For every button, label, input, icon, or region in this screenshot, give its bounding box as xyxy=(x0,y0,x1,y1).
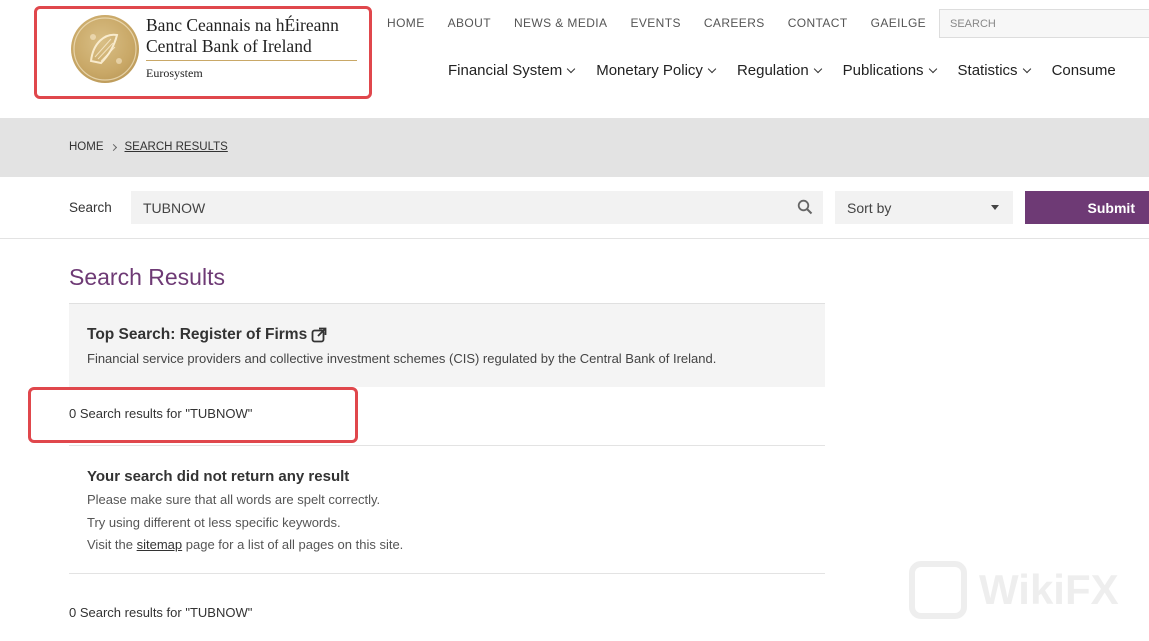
nav-careers[interactable]: CAREERS xyxy=(704,16,765,30)
header-search-input[interactable]: SEARCH xyxy=(939,9,1149,38)
mainnav-financial-system[interactable]: Financial System xyxy=(448,62,576,79)
no-result-title: Your search did not return any result xyxy=(87,468,350,485)
nav-events[interactable]: EVENTS xyxy=(630,16,680,30)
nav-home[interactable]: HOME xyxy=(387,16,425,30)
tip-sitemap: Visit the sitemap page for a list of all… xyxy=(87,537,403,552)
nav-contact[interactable]: CONTACT xyxy=(788,16,848,30)
top-search-link[interactable]: Top Search: Register of Firms xyxy=(87,326,327,344)
result-count: 0 Search results for "TUBNOW" xyxy=(69,406,253,421)
breadcrumb-home[interactable]: HOME xyxy=(69,141,104,153)
chevron-down-icon xyxy=(928,64,937,74)
mainnav-publications[interactable]: Publications xyxy=(842,62,937,79)
logo-divider xyxy=(146,60,357,61)
mainnav-statistics[interactable]: Statistics xyxy=(957,62,1031,79)
caret-down-icon xyxy=(991,205,999,210)
top-search-card: Top Search: Register of Firms Financial … xyxy=(69,303,825,387)
tip-spelling: Please make sure that all words are spel… xyxy=(87,492,381,507)
nav-gaeilge[interactable]: GAEILGE xyxy=(871,16,927,30)
no-result-panel: Your search did not return any result Pl… xyxy=(69,445,825,574)
search-input[interactable]: TUBNOW xyxy=(131,191,823,224)
watermark: WikiFX xyxy=(909,561,1119,619)
harp-seal-icon xyxy=(71,15,139,83)
chevron-right-icon xyxy=(109,143,117,151)
logo-english-name: Central Bank of Ireland xyxy=(146,36,312,56)
breadcrumb: HOME SEARCH RESULTS xyxy=(69,141,228,153)
tip-sitemap-before: Visit the xyxy=(87,537,137,552)
logo-highlight-box[interactable]: Banc Ceannais na hÉireann Central Bank o… xyxy=(34,6,372,99)
mainnav-label: Financial System xyxy=(448,62,563,79)
chevron-down-icon xyxy=(566,64,576,74)
mainnav-regulation[interactable]: Regulation xyxy=(736,62,822,79)
search-label: Search xyxy=(69,200,112,215)
external-link-icon xyxy=(311,327,327,343)
mainnav-label: Regulation xyxy=(736,62,809,79)
sort-select[interactable]: Sort by xyxy=(835,191,1013,224)
breadcrumb-band: HOME SEARCH RESULTS xyxy=(0,118,1149,177)
tip-keywords: Try using different ot less specific key… xyxy=(87,515,341,530)
logo-irish-name: Banc Ceannais na hÉireann xyxy=(146,15,339,35)
page-title: Search Results xyxy=(69,264,225,290)
mainnav-label: Monetary Policy xyxy=(596,62,703,79)
mainnav-consumer[interactable]: Consume xyxy=(1052,62,1116,79)
search-bar: Search TUBNOW Sort by Submit xyxy=(0,177,1149,239)
chevron-down-icon xyxy=(707,64,717,74)
sitemap-link[interactable]: sitemap xyxy=(137,537,183,552)
tip-sitemap-after: page for a list of all pages on this sit… xyxy=(182,537,404,552)
mainnav-label: Statistics xyxy=(957,62,1018,79)
logo-eurosystem: Eurosystem xyxy=(146,66,203,80)
chevron-down-icon xyxy=(813,64,822,74)
site-header: Banc Ceannais na hÉireann Central Bank o… xyxy=(0,0,1149,118)
top-search-title: Top Search: Register of Firms xyxy=(87,326,308,343)
search-icon[interactable] xyxy=(797,199,813,215)
top-search-description: Financial service providers and collecti… xyxy=(87,351,717,366)
mainnav-label: Consume xyxy=(1051,62,1116,79)
watermark-logo-icon xyxy=(909,561,967,619)
submit-button[interactable]: Submit xyxy=(1025,191,1149,224)
result-count-bottom: 0 Search results for "TUBNOW" xyxy=(69,605,253,620)
nav-about[interactable]: ABOUT xyxy=(448,16,491,30)
nav-news-media[interactable]: NEWS & MEDIA xyxy=(514,16,607,30)
chevron-down-icon xyxy=(1022,64,1031,74)
mainnav-monetary-policy[interactable]: Monetary Policy xyxy=(596,62,717,79)
watermark-text: WikiFX xyxy=(979,566,1119,613)
utility-nav: HOME ABOUT NEWS & MEDIA EVENTS CAREERS C… xyxy=(387,16,949,30)
mainnav-label: Publications xyxy=(842,62,924,79)
breadcrumb-current[interactable]: SEARCH RESULTS xyxy=(125,141,228,153)
main-nav: Financial System Monetary Policy Regulat… xyxy=(448,62,1138,79)
